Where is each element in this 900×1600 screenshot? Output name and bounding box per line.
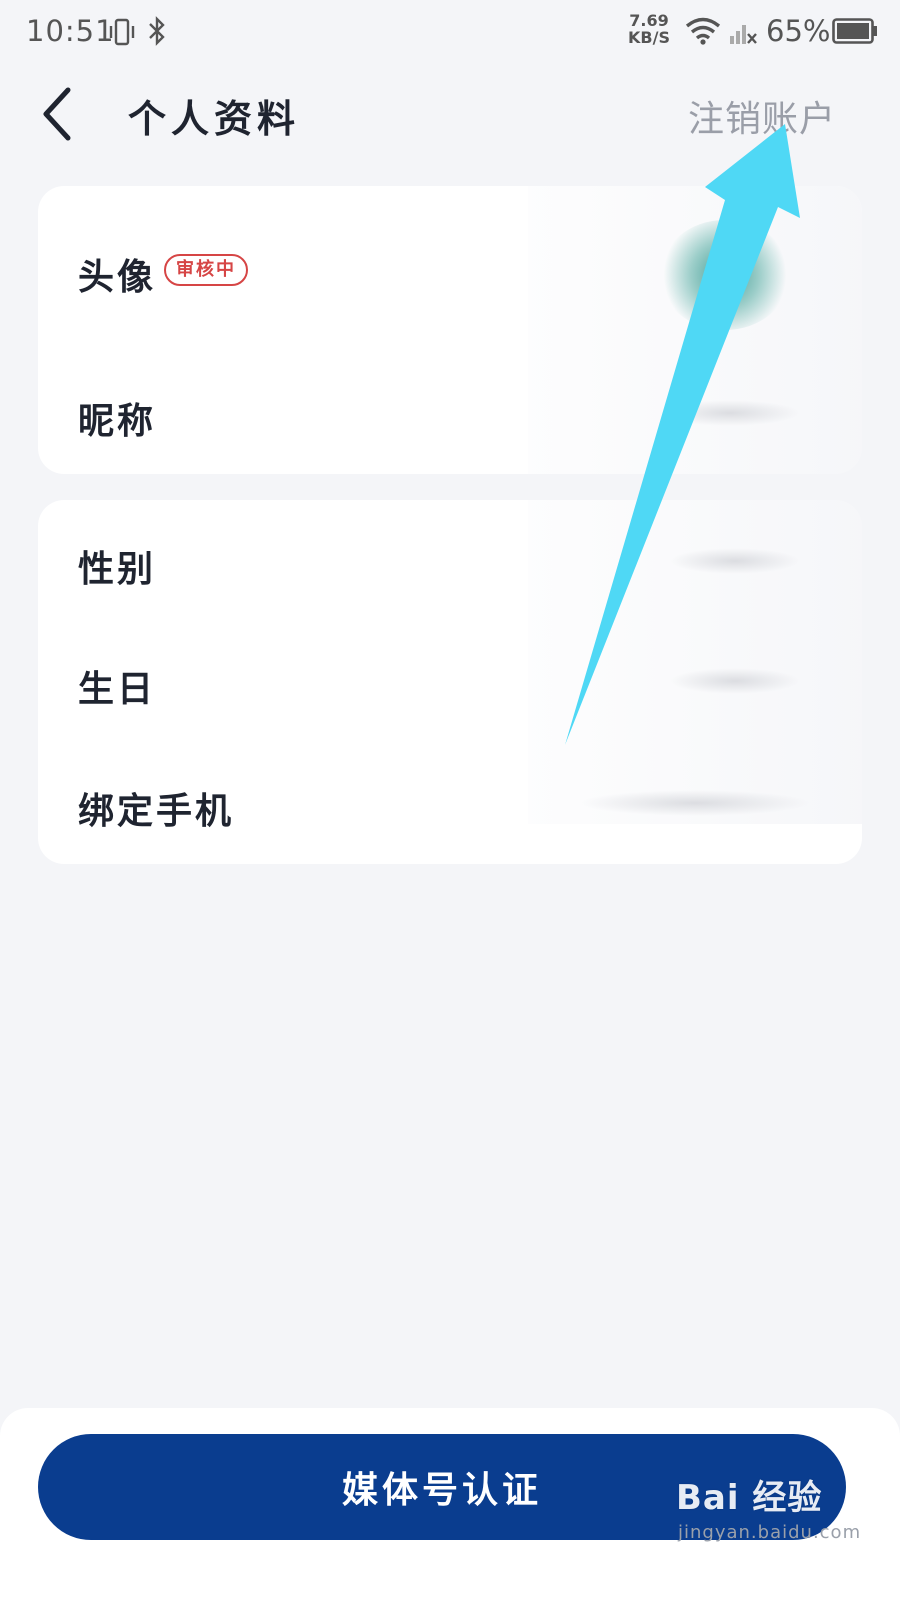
status-bar: 10:51 7.69 KB/S 65% xyxy=(0,0,900,62)
nickname-row[interactable]: 昵称 xyxy=(78,392,156,444)
birthday-value-blur xyxy=(670,668,800,694)
back-arrow-icon[interactable] xyxy=(40,86,80,142)
watermark-url: jingyan.baidu.com xyxy=(678,1522,862,1543)
review-status-badge: 审核中 xyxy=(164,254,248,286)
cell-signal-icon xyxy=(730,25,757,44)
bluetooth-icon xyxy=(149,16,165,46)
birthday-row[interactable]: 生日 xyxy=(78,660,156,712)
wifi-icon xyxy=(685,17,721,45)
avatar-label: 头像 xyxy=(78,257,157,298)
cancel-account-button[interactable]: 注销账户 xyxy=(688,90,836,142)
status-time: 10:51 xyxy=(26,14,115,48)
gender-value-blur xyxy=(670,548,800,574)
net-speed-unit: KB/S xyxy=(628,28,670,47)
nickname-label: 昵称 xyxy=(78,401,157,442)
battery-percent: 65% xyxy=(766,14,831,48)
phone-value-blur xyxy=(580,790,810,816)
battery-icon xyxy=(832,18,877,44)
watermark: Bai 经验 jingyan.baidu.com xyxy=(676,1470,860,1560)
avatar[interactable] xyxy=(660,220,790,330)
bind-phone-row[interactable]: 绑定手机 xyxy=(78,782,234,834)
avatar-row[interactable]: 头像 xyxy=(78,248,156,300)
vibrate-icon xyxy=(109,18,135,46)
nickname-value-blur xyxy=(660,400,800,426)
gender-label: 性别 xyxy=(78,549,157,590)
page-title: 个人资料 xyxy=(128,97,301,141)
gender-row[interactable]: 性别 xyxy=(78,540,156,592)
net-speed-value: 7.69 xyxy=(629,11,669,30)
birthday-label: 生日 xyxy=(78,669,157,710)
bind-phone-label: 绑定手机 xyxy=(78,791,235,832)
watermark-brand: Bai 经验 xyxy=(676,1478,823,1518)
net-speed: 7.69 KB/S xyxy=(628,12,670,46)
